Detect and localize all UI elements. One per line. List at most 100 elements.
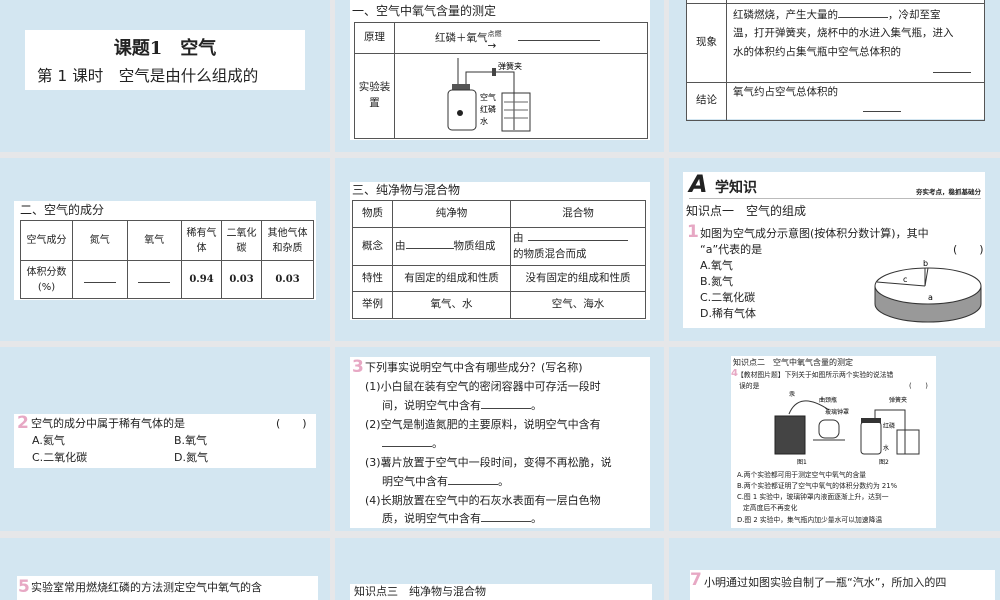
oxygen-measure-table: 原理 红磷＋氧气 点燃 → 实验装置 弹簧夹 空气 红磷 水	[354, 22, 648, 139]
sub-question: (3)薯片放置于空气中一段时间，变得不再松脆，说	[365, 456, 612, 469]
question-text: 误的是	[739, 382, 760, 390]
conclusion-text: 氧气约占空气总体积的	[733, 85, 838, 98]
question-number: 5	[18, 577, 30, 597]
air-composition-table: 空气成分 氮气 氧气 稀有气体 二氧化碳 其他气体和杂质 体积分数(%) 0.9…	[20, 220, 314, 299]
option-c[interactable]: C.图 1 实验中，玻璃钟罩内液面逐渐上升，达到一	[737, 491, 889, 501]
option-a[interactable]: A.氧气	[700, 258, 733, 274]
condition-label: 点燃	[487, 29, 502, 38]
slide12-content: 7 小明通过如图实验自制了一瓶“汽水”，所加入的四	[690, 570, 995, 600]
figure-caption: 图2	[879, 459, 889, 466]
slide9-content: 知识点二 空气中氧气含量的测定 4 【教材图片题】下列关于如图所示两个实验的说法…	[731, 356, 936, 528]
option-a[interactable]: A.氦气	[32, 433, 65, 449]
option-c-cont: 定高度后不再变化	[743, 504, 798, 512]
slide10-content: 5 实验室常用燃烧红磷的方法测定空气中氧气的含	[17, 576, 318, 600]
column-header: 混合物	[510, 200, 646, 228]
column-header: 氮气	[72, 220, 128, 261]
cell-text: 没有固定的组成和性质	[510, 265, 646, 292]
option-d[interactable]: D.稀有气体	[700, 306, 756, 322]
knowledge-point: 知识点二 空气中氧气含量的测定	[733, 358, 853, 367]
slide3-content: 现象 红磷燃烧，产生大量的 ，冷却至室 温，打开弹簧夹，烧杯中的水进入集气瓶，进入…	[686, 0, 985, 121]
question-number: 2	[17, 413, 29, 433]
option-c[interactable]: C.二氧化碳	[700, 290, 755, 306]
row-label: 举例	[352, 291, 393, 319]
row-label: 体积分数(%)	[20, 260, 73, 299]
slide5-content: 三、纯净物与混合物 物质 纯净物 混合物 概念 由物质组成 由的物质混合而成 特性有…	[350, 182, 650, 320]
question-text: 小明通过如图实验自制了一瓶“汽水”，所加入的四	[704, 576, 947, 589]
question-text: 下列事实说明空气中含有哪些成分？(写名称)	[365, 361, 583, 374]
diagram-label: 空气	[480, 92, 496, 102]
option-b[interactable]: B.氧气	[174, 433, 207, 449]
pure-mixture-table: 物质 纯净物 混合物 概念 由物质组成 由的物质混合而成 特性 有固定的组成和性质 没有…	[352, 200, 646, 319]
cell-text: 氧气、水	[392, 291, 511, 319]
lesson-subtitle: 第 1 课时 空气是由什么组成的	[37, 67, 259, 85]
value-cell: 0.03	[261, 260, 314, 299]
column-header: 物质	[352, 200, 393, 228]
section-heading: 二、空气的成分	[20, 203, 105, 217]
question-text: 如图为空气成分示意图(按体积分数计算)，其中	[700, 227, 929, 240]
phenomenon-table: 现象 红磷燃烧，产生大量的 ，冷却至室 温，打开弹簧夹，烧杯中的水进入集气瓶，进入…	[686, 0, 985, 121]
question-number: 1	[687, 222, 699, 242]
cell-text: 物质组成	[453, 240, 496, 253]
value-cell: 0.03	[221, 260, 262, 299]
cell-text: 由	[513, 232, 524, 245]
section-heading: 一、空气中氧气含量的测定	[352, 4, 497, 18]
phenomenon-text: 温，打开弹簧夹，烧杯中的水进入集气瓶，进入	[733, 27, 954, 40]
answer-bracket: ( )	[909, 382, 928, 390]
section-heading: 三、纯净物与混合物	[352, 183, 461, 197]
slide7-content: 2 空气的成分中属于稀有气体的是 ( ) A.氦气 B.氧气 C.二氧化碳 D.…	[14, 413, 316, 468]
period: 。	[531, 399, 542, 412]
reaction-text: 红磷＋氧气	[435, 31, 488, 44]
sub-question: 间，说明空气中含有	[382, 399, 481, 412]
figure-caption: 图1	[797, 459, 807, 466]
sub-question: (1)小白鼠在装有空气的密闭容器中可存活一段时	[365, 380, 601, 393]
sub-question: (4)长期放置在空气中的石灰水表面有一层白色物	[365, 494, 601, 507]
slide11-content: 知识点三 纯净物与混合物	[350, 584, 652, 600]
section-badge: A	[689, 170, 708, 198]
period: 。	[498, 475, 509, 488]
figure-label: 弹簧夹	[889, 396, 907, 404]
title-box: 课题1 空气 第 1 课时 空气是由什么组成的	[25, 30, 305, 90]
option-d[interactable]: D.氮气	[174, 450, 208, 466]
slide4-content: 二、空气的成分 空气成分 氮气 氧气 稀有气体 二氧化碳 其他气体和杂质 体积分…	[14, 201, 316, 300]
phenomenon-text: ，冷却至室	[888, 9, 941, 21]
sub-question: 质，说明空气中含有	[382, 512, 481, 525]
question-text: 实验室常用燃烧红磷的方法测定空气中氧气的含	[31, 581, 262, 594]
question-number: 7	[690, 570, 702, 590]
option-b[interactable]: B.氮气	[700, 274, 733, 290]
value-cell: 0.94	[181, 260, 222, 299]
apparatus-diagram: 弹簧夹 空气 红磷 水	[447, 58, 531, 132]
knowledge-point: 知识点三 纯净物与混合物	[354, 585, 486, 598]
row-label: 概念	[352, 227, 393, 266]
question-text: “a”代表的是	[700, 243, 763, 256]
figure-label: 汞	[789, 391, 795, 398]
phenomenon-text: 红磷燃烧，产生大量的	[733, 9, 838, 21]
cell-text: 空气、海水	[510, 291, 646, 319]
column-header: 稀有气体	[181, 220, 222, 261]
question-text: 【教材图片题】下列关于如图所示两个实验的说法错	[737, 371, 894, 379]
row-label: 现象	[686, 3, 727, 83]
cell-text: 由	[395, 240, 406, 253]
diagram-label: 红磷	[480, 104, 496, 114]
banner-title: 学知识	[715, 180, 757, 196]
question-number: 3	[352, 357, 364, 377]
row-label: 结论	[686, 81, 727, 121]
answer-bracket: ( )	[953, 243, 984, 256]
pie-label-a: a	[928, 293, 933, 302]
option-d[interactable]: D.图 2 实验中，集气瓶内加少量水可以加速降温	[737, 514, 882, 524]
knowledge-point: 知识点一 空气的组成	[686, 204, 807, 218]
diagram-label: 水	[480, 116, 488, 126]
period: 。	[531, 512, 542, 525]
figure-label: 红磷	[883, 422, 895, 430]
option-a[interactable]: A.两个实验都可用于测定空气中氧气的含量	[737, 469, 866, 479]
option-c[interactable]: C.二氧化碳	[32, 450, 87, 466]
banner-tagline: 夯实考点，稳抓基础分	[916, 188, 981, 196]
figure-label: 玻璃钟罩	[825, 408, 849, 416]
slide6-content: A 学知识 夯实考点，稳抓基础分 知识点一 空气的组成 1 如图为空气成分示意图…	[683, 170, 985, 328]
option-b[interactable]: B.两个实验都证明了空气中氧气的体积分数约为 21%	[737, 480, 897, 490]
pie-label-b: b	[923, 260, 928, 268]
sub-question: (2)空气是制造氮肥的主要原料，说明空气中含有	[365, 418, 601, 431]
phenomenon-text: 水的体积约占集气瓶中空气总体积的	[733, 45, 901, 58]
column-header: 氧气	[126, 220, 182, 261]
figure-label: 水	[883, 444, 889, 452]
sub-question: 明空气中含有	[382, 475, 448, 488]
